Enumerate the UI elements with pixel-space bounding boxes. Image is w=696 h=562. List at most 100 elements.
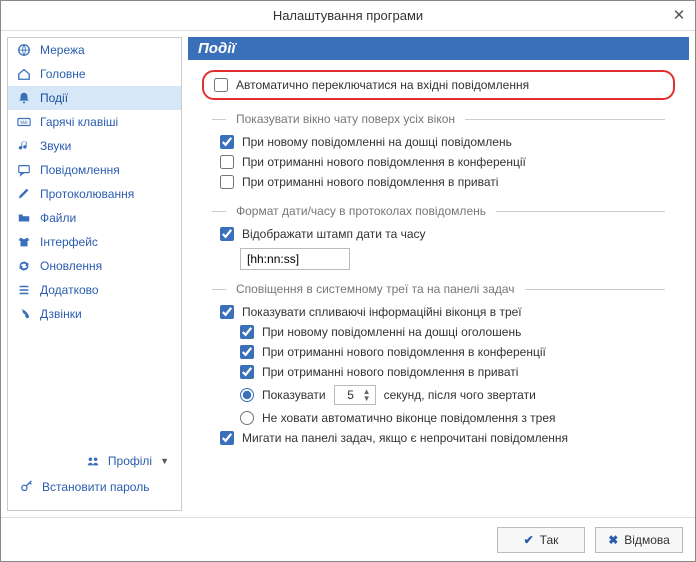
g2-opt1-checkbox[interactable] bbox=[220, 227, 234, 241]
ok-button[interactable]: ✔ Так bbox=[497, 527, 585, 553]
bell-icon bbox=[16, 90, 32, 106]
sidebar-item-label: Файли bbox=[40, 211, 76, 225]
sidebar-item-label: Звуки bbox=[40, 139, 71, 153]
g3-sub3-checkbox[interactable] bbox=[240, 365, 254, 379]
sidebar-item-events[interactable]: Події bbox=[8, 86, 181, 110]
sidebar-spacer bbox=[8, 326, 181, 442]
g3-sub2-checkbox[interactable] bbox=[240, 345, 254, 359]
sidebar-item-logging[interactable]: Протоколювання bbox=[8, 182, 181, 206]
opt-label: Не ховати автоматично віконце повідомлен… bbox=[262, 411, 556, 425]
refresh-icon bbox=[16, 258, 32, 274]
profiles-button[interactable]: Профілі ▼ bbox=[16, 448, 173, 474]
pencil-icon bbox=[16, 186, 32, 202]
opt-row: Відображати штамп дати та часу bbox=[202, 224, 675, 244]
close-button[interactable]: ✕ bbox=[669, 5, 689, 25]
auto-switch-label: Автоматично переключатися на вхідні пові… bbox=[236, 78, 529, 92]
folder-icon bbox=[16, 210, 32, 226]
sidebar-list: Мережа Головне Події Гарячі клавіші Звук bbox=[8, 38, 181, 326]
time-format-input[interactable] bbox=[240, 248, 350, 270]
spinner-arrows[interactable]: ▲▼ bbox=[363, 388, 371, 402]
group-header: Сповіщення в системному треї та на панел… bbox=[202, 282, 675, 296]
sidebar: Мережа Головне Події Гарячі клавіші Звук bbox=[7, 37, 182, 511]
window-body: Мережа Головне Події Гарячі клавіші Звук bbox=[1, 31, 695, 517]
users-icon bbox=[86, 454, 100, 468]
g3-blink-checkbox[interactable] bbox=[220, 431, 234, 445]
profiles-label: Профілі bbox=[108, 454, 152, 468]
sidebar-item-label: Події bbox=[40, 91, 68, 105]
opt-row: При отриманні нового повідомлення в прив… bbox=[202, 172, 675, 192]
cancel-button[interactable]: ✖ Відмова bbox=[595, 527, 683, 553]
group-tray: Сповіщення в системному треї та на панел… bbox=[202, 282, 675, 448]
home-icon bbox=[16, 66, 32, 82]
sidebar-item-label: Мережа bbox=[40, 43, 85, 57]
titlebar: Налаштування програми ✕ bbox=[1, 1, 695, 31]
g3-sub1-checkbox[interactable] bbox=[240, 325, 254, 339]
sidebar-item-interface[interactable]: Інтерфейс bbox=[8, 230, 181, 254]
opt-label: Показувати спливаючі інформаційні віконц… bbox=[242, 305, 522, 319]
g3-opt1-checkbox[interactable] bbox=[220, 305, 234, 319]
seconds-spinner[interactable]: 5 ▲▼ bbox=[334, 385, 376, 405]
sidebar-item-network[interactable]: Мережа bbox=[8, 38, 181, 62]
keyboard-icon bbox=[16, 114, 32, 130]
sidebar-item-label: Гарячі клавіші bbox=[40, 115, 118, 129]
list-icon bbox=[16, 282, 32, 298]
note-icon bbox=[16, 138, 32, 154]
settings-window: Налаштування програми ✕ Мережа Головне П… bbox=[0, 0, 696, 562]
check-icon: ✔ bbox=[524, 533, 534, 547]
content-body: Автоматично переключатися на вхідні пові… bbox=[188, 60, 689, 511]
set-password-label: Встановити пароль bbox=[42, 480, 149, 494]
sidebar-item-label: Додатково bbox=[40, 283, 99, 297]
g1-opt2-checkbox[interactable] bbox=[220, 155, 234, 169]
opt-row: Мигати на панелі задач, якщо є непрочита… bbox=[202, 428, 675, 448]
sidebar-item-files[interactable]: Файли bbox=[8, 206, 181, 230]
opt-row: При отриманні нового повідомлення в конф… bbox=[202, 342, 675, 362]
group-datetime: Формат дати/часу в протоколах повідомлен… bbox=[202, 204, 675, 270]
sidebar-item-label: Інтерфейс bbox=[40, 235, 98, 249]
opt-label: Мигати на панелі задач, якщо є непрочита… bbox=[242, 431, 568, 445]
group-title: Сповіщення в системному треї та на панел… bbox=[236, 282, 515, 296]
sidebar-item-calls[interactable]: Дзвінки bbox=[8, 302, 181, 326]
section-title: Події bbox=[198, 40, 236, 57]
opt-row: При новому повідомленні на дошці оголоше… bbox=[202, 322, 675, 342]
group-header: Формат дати/часу в протоколах повідомлен… bbox=[202, 204, 675, 218]
arrow-down-icon: ▼ bbox=[363, 395, 371, 402]
opt-label: При отриманні нового повідомлення в прив… bbox=[262, 365, 518, 379]
opt-label: При новому повідомленні на дошці оголоше… bbox=[262, 325, 521, 339]
g1-opt3-checkbox[interactable] bbox=[220, 175, 234, 189]
group-title: Показувати вікно чату поверх усіх вікон bbox=[236, 112, 455, 126]
group-show-window: Показувати вікно чату поверх усіх вікон … bbox=[202, 112, 675, 192]
content-panel: Події Автоматично переключатися на вхідн… bbox=[188, 37, 689, 511]
sidebar-item-advanced[interactable]: Додатково bbox=[8, 278, 181, 302]
cross-icon: ✖ bbox=[608, 533, 618, 547]
shirt-icon bbox=[16, 234, 32, 250]
show-label: Показувати bbox=[262, 388, 326, 402]
opt-row: Показувати спливаючі інформаційні віконц… bbox=[202, 302, 675, 322]
seconds-suffix: секунд, після чого звертати bbox=[384, 388, 536, 402]
sidebar-footer: Профілі ▼ Встановити пароль bbox=[8, 442, 181, 510]
opt-row: При новому повідомленні на дошці повідом… bbox=[202, 132, 675, 152]
sidebar-item-hotkeys[interactable]: Гарячі клавіші bbox=[8, 110, 181, 134]
set-password-button[interactable]: Встановити пароль bbox=[16, 474, 173, 500]
cancel-label: Відмова bbox=[624, 533, 670, 547]
section-header: Події bbox=[188, 37, 689, 60]
show-seconds-radio[interactable] bbox=[240, 388, 254, 402]
opt-row: При отриманні нового повідомлення в прив… bbox=[202, 362, 675, 382]
opt-label: При новому повідомленні на дошці повідом… bbox=[242, 135, 512, 149]
auto-switch-row: Автоматично переключатися на вхідні пові… bbox=[202, 70, 675, 100]
sidebar-item-updates[interactable]: Оновлення bbox=[8, 254, 181, 278]
sidebar-item-label: Повідомлення bbox=[40, 163, 120, 177]
opt-label: При отриманні нового повідомлення в конф… bbox=[262, 345, 546, 359]
sidebar-item-messages[interactable]: Повідомлення bbox=[8, 158, 181, 182]
key-icon bbox=[20, 480, 34, 494]
phone-icon bbox=[16, 306, 32, 322]
sidebar-item-label: Протоколювання bbox=[40, 187, 134, 201]
sidebar-item-sounds[interactable]: Звуки bbox=[8, 134, 181, 158]
sidebar-item-main[interactable]: Головне bbox=[8, 62, 181, 86]
auto-switch-checkbox[interactable] bbox=[214, 78, 228, 92]
sidebar-item-label: Головне bbox=[40, 67, 86, 81]
opt-label: Відображати штамп дати та часу bbox=[242, 227, 426, 241]
globe-icon bbox=[16, 42, 32, 58]
g1-opt1-checkbox[interactable] bbox=[220, 135, 234, 149]
dont-hide-radio[interactable] bbox=[240, 411, 254, 425]
opt-label: При отриманні нового повідомлення в конф… bbox=[242, 155, 526, 169]
